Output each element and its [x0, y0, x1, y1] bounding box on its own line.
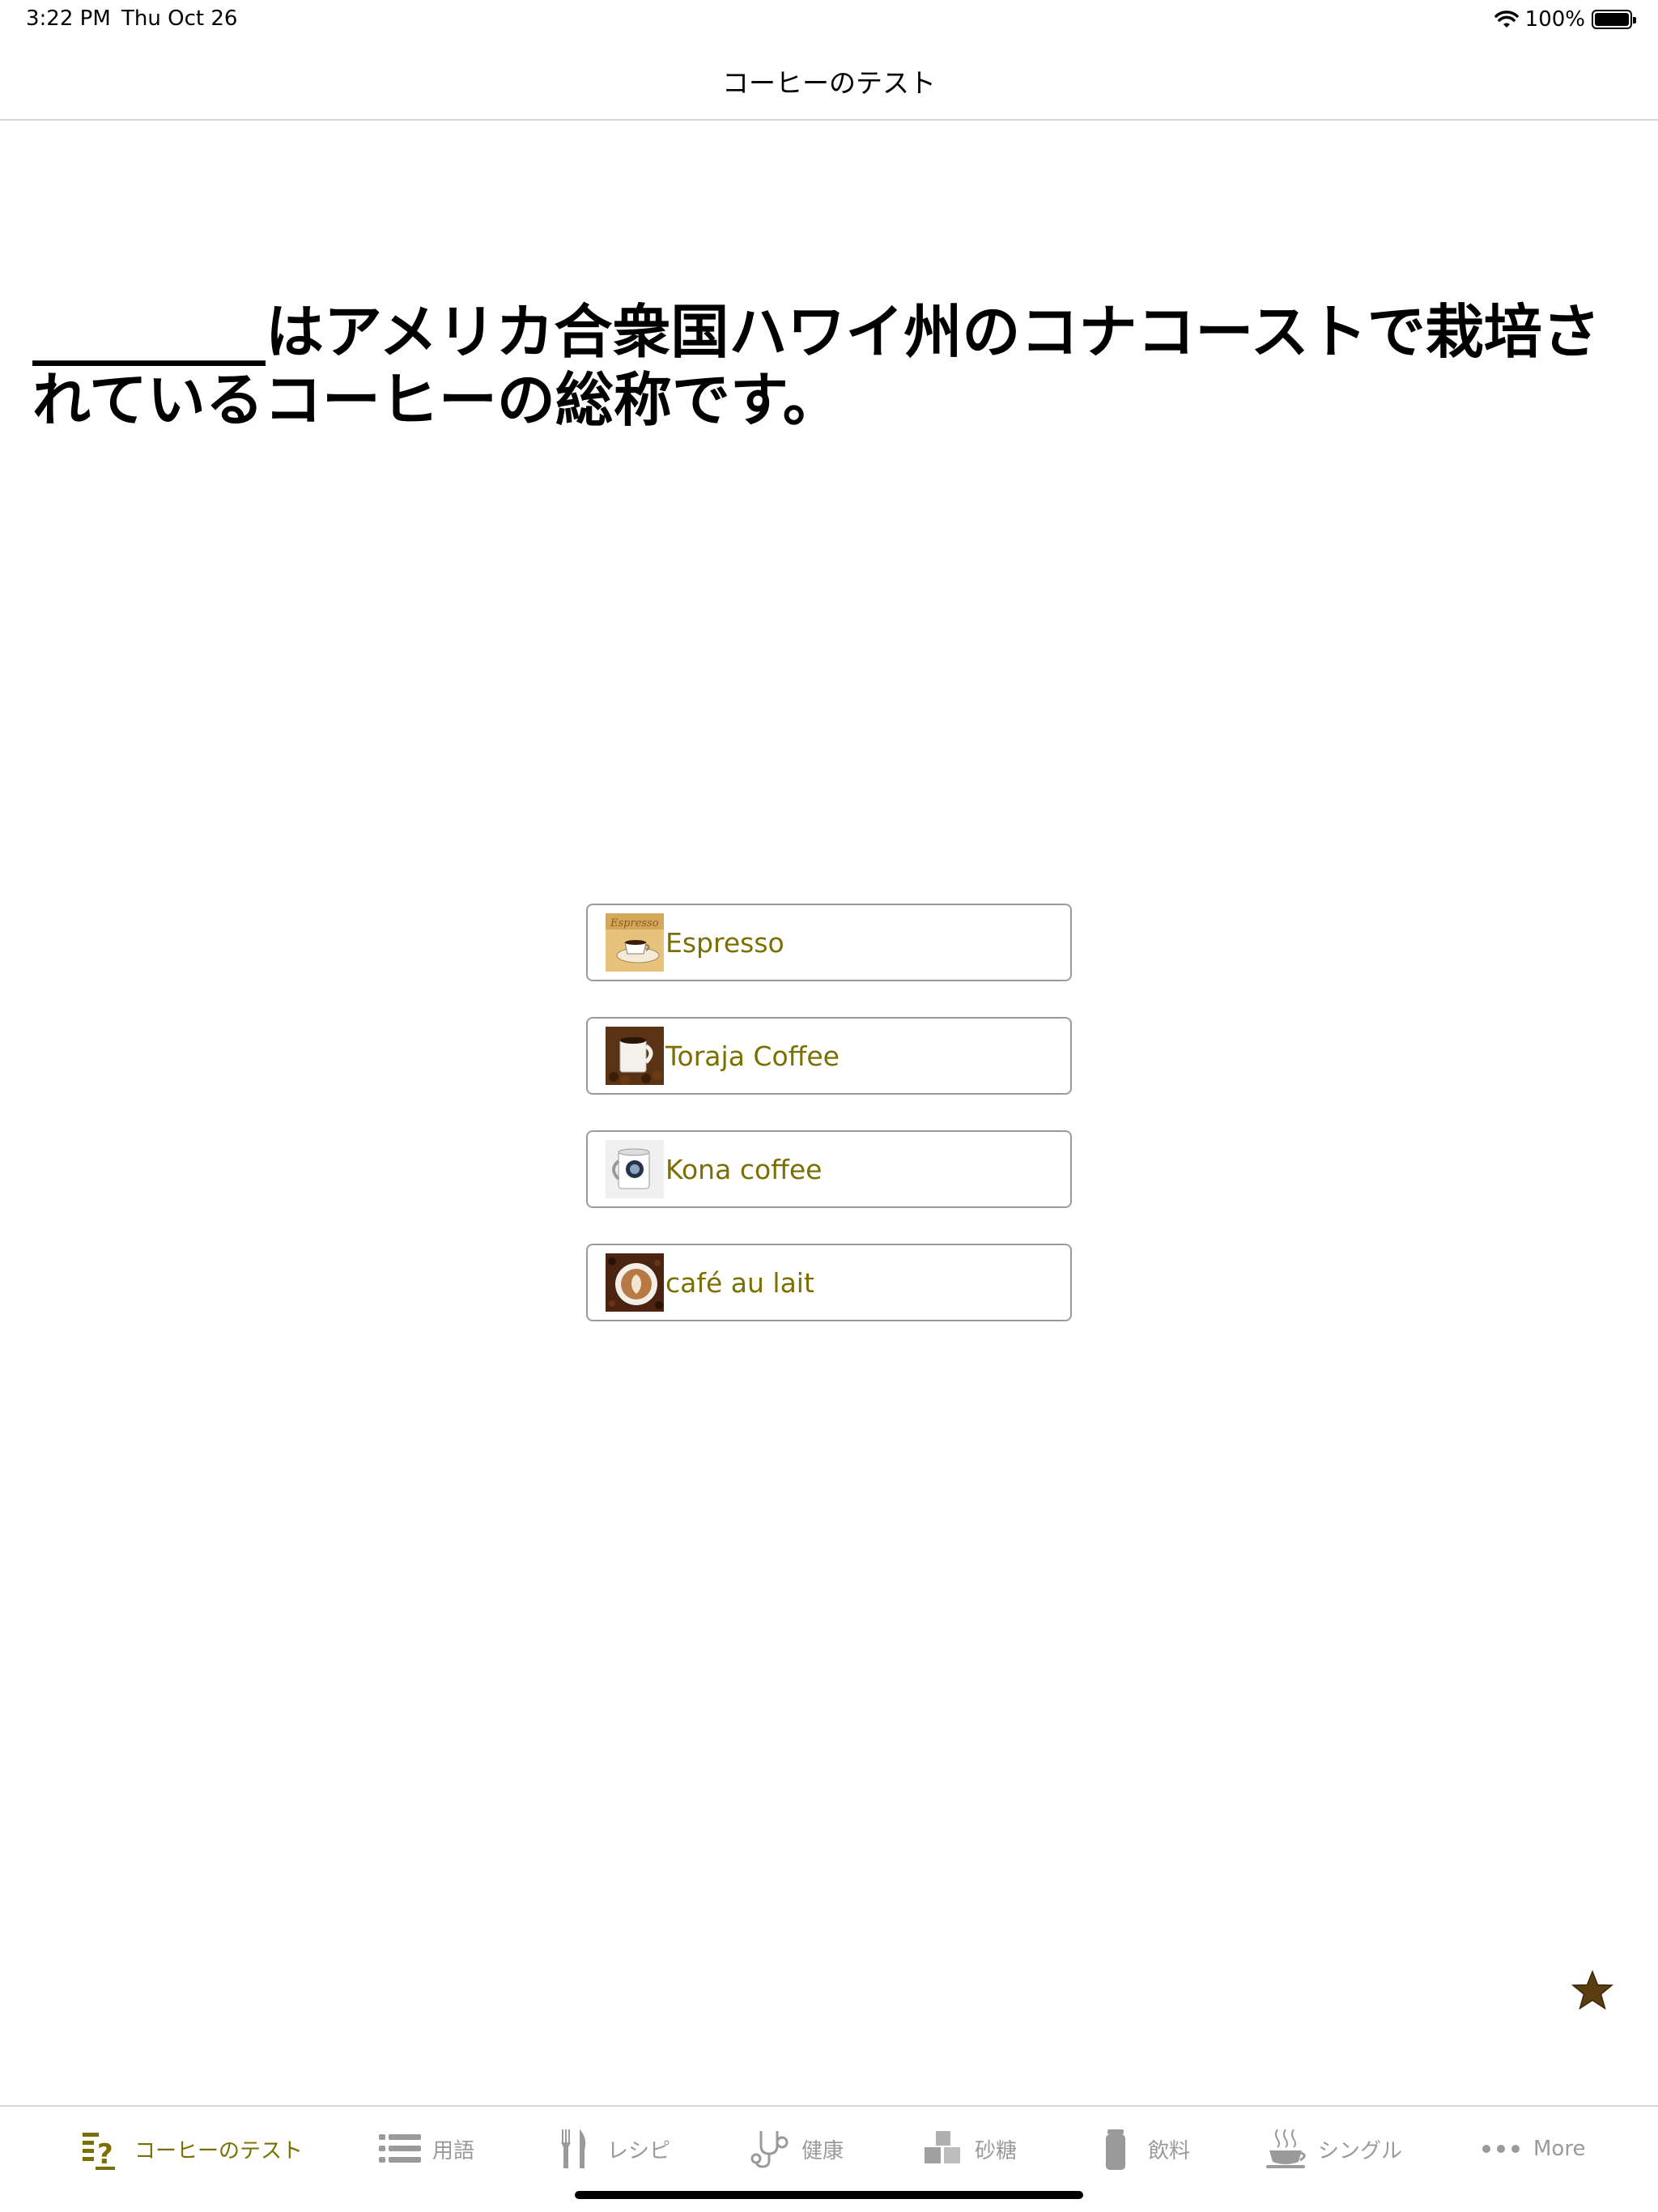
tab-recipes[interactable]: レシピ: [552, 2125, 670, 2173]
tab-health[interactable]: 健康: [746, 2125, 844, 2173]
tab-more[interactable]: More: [1478, 2125, 1585, 2173]
status-date: Thu Oct 26: [121, 6, 238, 31]
answer-label: Toraja Coffee: [665, 1040, 840, 1072]
steaming-cup-icon: [1266, 2129, 1306, 2168]
star-icon[interactable]: [1571, 1969, 1614, 2013]
answer-button-kona-coffee[interactable]: Kona coffee: [586, 1130, 1072, 1208]
latte-art-icon: [606, 1253, 664, 1312]
status-indicators: 100%: [1494, 6, 1636, 32]
tab-label: コーヒーのテスト: [134, 2138, 304, 2163]
tab-label: レシピ: [607, 2138, 671, 2163]
answer-list: Espresso Espresso Toraja Coffee Kona cof…: [586, 904, 1072, 1357]
tab-terms[interactable]: 用語: [377, 2125, 474, 2173]
home-indicator: [575, 2191, 1083, 2199]
tab-drinks[interactable]: 飲料: [1093, 2125, 1190, 2173]
bottle-icon: [1106, 2129, 1125, 2170]
tab-label: 飲料: [1148, 2138, 1191, 2163]
svg-text:?: ?: [97, 2138, 113, 2171]
battery-icon: [1592, 10, 1636, 29]
tab-label: More: [1533, 2137, 1586, 2161]
list-icon: [379, 2134, 421, 2163]
tab-label: 用語: [432, 2138, 475, 2163]
tab-label: 健康: [801, 2138, 844, 2163]
svg-text:Espresso: Espresso: [610, 917, 659, 929]
tab-label: シングル: [1318, 2138, 1403, 2163]
answer-label: café au lait: [665, 1266, 814, 1299]
answer-button-cafe-au-lait[interactable]: café au lait: [586, 1244, 1072, 1321]
fork-knife-icon: [561, 2129, 586, 2168]
question-text: ________はアメリカ合衆国ハワイ州のコナコーストで栽培されているコーヒーの…: [32, 298, 1601, 434]
status-bar: 3:22 PM Thu Oct 26 100%: [0, 0, 1658, 39]
screen: 3:22 PM Thu Oct 26 100% コーヒーのテスト _______…: [0, 0, 1658, 2212]
tab-label: 砂糖: [975, 2138, 1018, 2163]
navigation-bar: コーヒーのテスト: [0, 39, 1658, 121]
tab-sugar[interactable]: 砂糖: [920, 2125, 1017, 2173]
answer-button-espresso[interactable]: Espresso Espresso: [586, 904, 1072, 981]
mug-on-beans-icon: [606, 1027, 664, 1085]
page-title: コーヒーのテスト: [722, 67, 936, 99]
answer-label: Kona coffee: [665, 1153, 823, 1185]
wifi-icon: [1494, 11, 1519, 28]
status-time: 3:22 PM: [26, 6, 111, 31]
battery-percent: 100%: [1524, 7, 1585, 32]
more-dots-icon: [1482, 2145, 1520, 2153]
answer-label: Espresso: [665, 926, 784, 959]
answer-button-toraja-coffee[interactable]: Toraja Coffee: [586, 1017, 1072, 1095]
tab-single[interactable]: シングル: [1263, 2125, 1402, 2173]
sugar-cubes-icon: [925, 2131, 960, 2163]
kona-mug-icon: [606, 1140, 664, 1198]
quiz-list-icon: ?: [83, 2133, 115, 2171]
stethoscope-icon: [750, 2131, 789, 2168]
espresso-cup-icon: Espresso: [606, 913, 664, 972]
tab-coffee-test[interactable]: ? コーヒーのテスト: [79, 2125, 303, 2173]
